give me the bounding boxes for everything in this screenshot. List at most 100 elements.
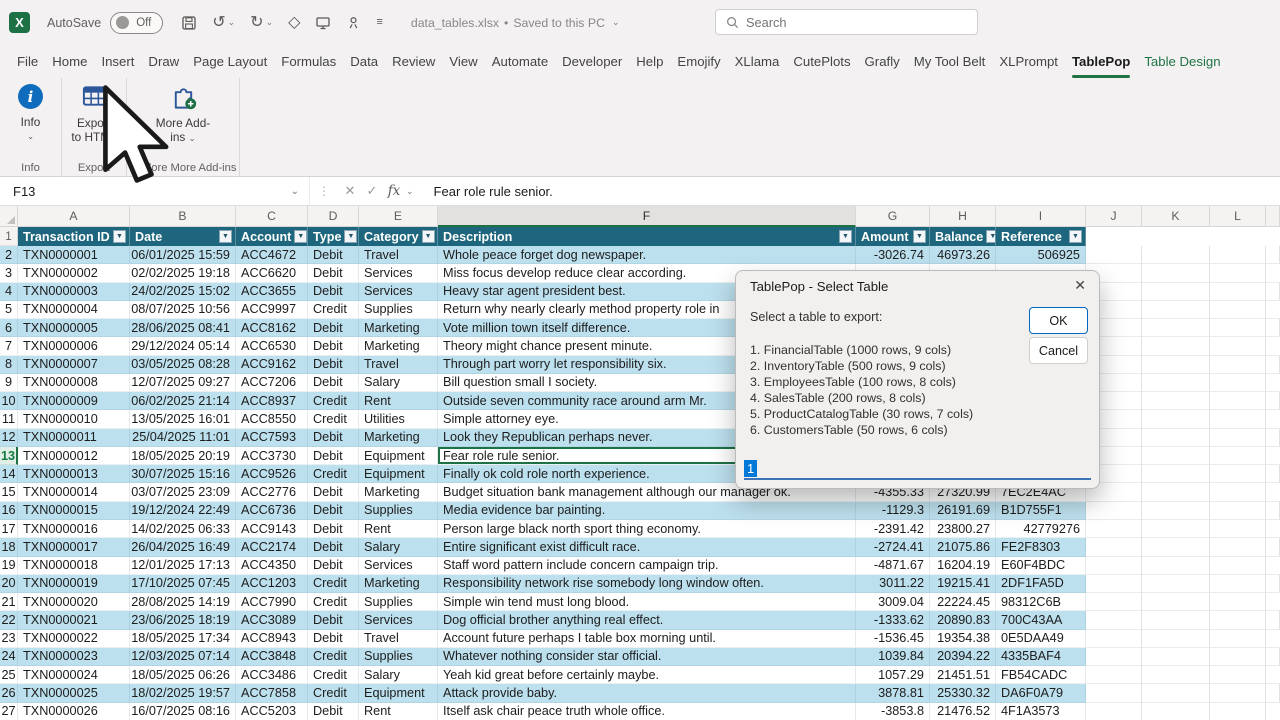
cell[interactable]: 3011.22 — [856, 575, 930, 593]
cell[interactable]: 29/12/2024 05:14 — [130, 337, 236, 355]
cell[interactable]: 26191.69 — [930, 502, 996, 520]
cell[interactable]: Services — [359, 611, 438, 629]
cell[interactable] — [1086, 611, 1142, 629]
cell[interactable]: TXN0000012 — [18, 447, 130, 465]
cell[interactable] — [1086, 648, 1142, 666]
cell[interactable]: Marketing — [359, 575, 438, 593]
cell[interactable]: Debit — [308, 483, 359, 501]
cell[interactable]: Simple win tend must long blood. — [438, 593, 856, 611]
cell[interactable] — [1210, 502, 1266, 520]
cell[interactable]: ACC2174 — [236, 538, 308, 556]
cell[interactable]: TXN0000020 — [18, 593, 130, 611]
cell[interactable]: 18/05/2025 06:26 — [130, 666, 236, 684]
cell[interactable]: TXN0000024 — [18, 666, 130, 684]
cell[interactable]: Rent — [359, 520, 438, 538]
tab-insert[interactable]: Insert — [94, 45, 141, 78]
tab-tablepop[interactable]: TablePop — [1065, 45, 1137, 78]
tab-data[interactable]: Data — [343, 45, 385, 78]
row-header[interactable]: 12 — [0, 429, 18, 447]
cell[interactable]: TXN0000010 — [18, 410, 130, 428]
cell[interactable]: 22224.45 — [930, 593, 996, 611]
cell[interactable]: 28/06/2025 08:41 — [130, 319, 236, 337]
cell[interactable]: 16/07/2025 08:16 — [130, 703, 236, 720]
filter-icon[interactable]: ▼ — [294, 230, 307, 243]
cell[interactable]: E60F4BDC — [996, 557, 1086, 575]
cell[interactable] — [1142, 429, 1210, 447]
cell[interactable]: Account future perhaps I table box morni… — [438, 630, 856, 648]
cell[interactable]: TXN0000016 — [18, 520, 130, 538]
cell[interactable] — [1210, 356, 1266, 374]
cell[interactable]: Services — [359, 557, 438, 575]
cell[interactable]: Marketing — [359, 429, 438, 447]
cell[interactable]: Debit — [308, 246, 359, 264]
cell[interactable]: TXN0000019 — [18, 575, 130, 593]
chevron-down-icon[interactable]: ⌄ — [612, 17, 620, 28]
column-header-a[interactable]: A — [18, 206, 130, 227]
info-button[interactable]: i Info ⌄ — [0, 84, 61, 142]
cell[interactable] — [1210, 611, 1266, 629]
tab-help[interactable]: Help — [629, 45, 670, 78]
qat-more-button[interactable]: ≡ — [374, 10, 384, 36]
cell[interactable] — [1210, 447, 1266, 465]
cell[interactable] — [1210, 557, 1266, 575]
cell[interactable]: ACC5203 — [236, 703, 308, 720]
cell[interactable]: 98312C6B — [996, 593, 1086, 611]
row-header[interactable]: 11 — [0, 410, 18, 428]
redo-button[interactable]: ↻⌄ — [248, 10, 275, 36]
cell[interactable]: Entire significant exist difficult race. — [438, 538, 856, 556]
cell[interactable]: 3878.81 — [856, 684, 930, 702]
cell[interactable]: -3026.74 — [856, 246, 930, 264]
cell[interactable]: TXN0000004 — [18, 301, 130, 319]
cell[interactable]: 28/08/2025 14:19 — [130, 593, 236, 611]
cell[interactable]: ACC3848 — [236, 648, 308, 666]
cell[interactable]: TXN0000008 — [18, 374, 130, 392]
cell[interactable] — [1142, 502, 1210, 520]
cell[interactable]: 12/01/2025 17:13 — [130, 557, 236, 575]
cell[interactable]: Attack provide baby. — [438, 684, 856, 702]
row-header[interactable]: 22 — [0, 611, 18, 629]
row-header[interactable]: 24 — [0, 648, 18, 666]
cell[interactable]: TXN0000005 — [18, 319, 130, 337]
formula-input[interactable]: Fear role rule senior. — [434, 184, 553, 199]
row-header[interactable]: 19 — [0, 557, 18, 575]
cell[interactable] — [1142, 337, 1210, 355]
cell[interactable]: 18/05/2025 20:19 — [130, 447, 236, 465]
column-header-f[interactable]: F — [438, 206, 856, 227]
cell[interactable]: 506925 — [996, 246, 1086, 264]
cell[interactable]: TXN0000021 — [18, 611, 130, 629]
column-header-k[interactable]: K — [1142, 206, 1210, 227]
cell[interactable]: Debit — [308, 337, 359, 355]
accessibility-button[interactable] — [344, 10, 363, 36]
column-header-i[interactable]: I — [996, 206, 1086, 227]
cell[interactable]: ACC6736 — [236, 502, 308, 520]
cell[interactable]: Travel — [359, 630, 438, 648]
cell[interactable]: -4871.67 — [856, 557, 930, 575]
cell[interactable] — [1142, 283, 1210, 301]
tab-review[interactable]: Review — [385, 45, 442, 78]
cell[interactable]: DA6F0A79 — [996, 684, 1086, 702]
cell[interactable]: Whatever nothing consider star official. — [438, 648, 856, 666]
cell[interactable]: ACC1203 — [236, 575, 308, 593]
table-header-cell[interactable]: Date▼ — [130, 227, 236, 246]
cell[interactable]: 03/05/2025 08:28 — [130, 356, 236, 374]
cell[interactable]: ACC8943 — [236, 630, 308, 648]
column-header-g[interactable]: G — [856, 206, 930, 227]
cell[interactable] — [1142, 374, 1210, 392]
cell[interactable]: Debit — [308, 557, 359, 575]
cell[interactable] — [1210, 465, 1266, 483]
cell[interactable] — [1210, 429, 1266, 447]
cell[interactable] — [1142, 575, 1210, 593]
filter-icon[interactable]: ▼ — [113, 230, 126, 243]
chevron-down-icon[interactable]: ⌄ — [406, 186, 414, 197]
cell[interactable] — [1086, 557, 1142, 575]
cell[interactable]: 24/02/2025 15:02 — [130, 283, 236, 301]
cell[interactable]: 03/07/2025 23:09 — [130, 483, 236, 501]
cell[interactable] — [1142, 557, 1210, 575]
cell[interactable]: Debit — [308, 502, 359, 520]
row-header[interactable]: 25 — [0, 666, 18, 684]
cell[interactable] — [1210, 630, 1266, 648]
cell[interactable] — [1210, 301, 1266, 319]
cancel-entry-button[interactable]: ✕ — [339, 183, 361, 199]
cell[interactable] — [1142, 246, 1210, 264]
tab-table-design[interactable]: Table Design — [1137, 45, 1227, 78]
